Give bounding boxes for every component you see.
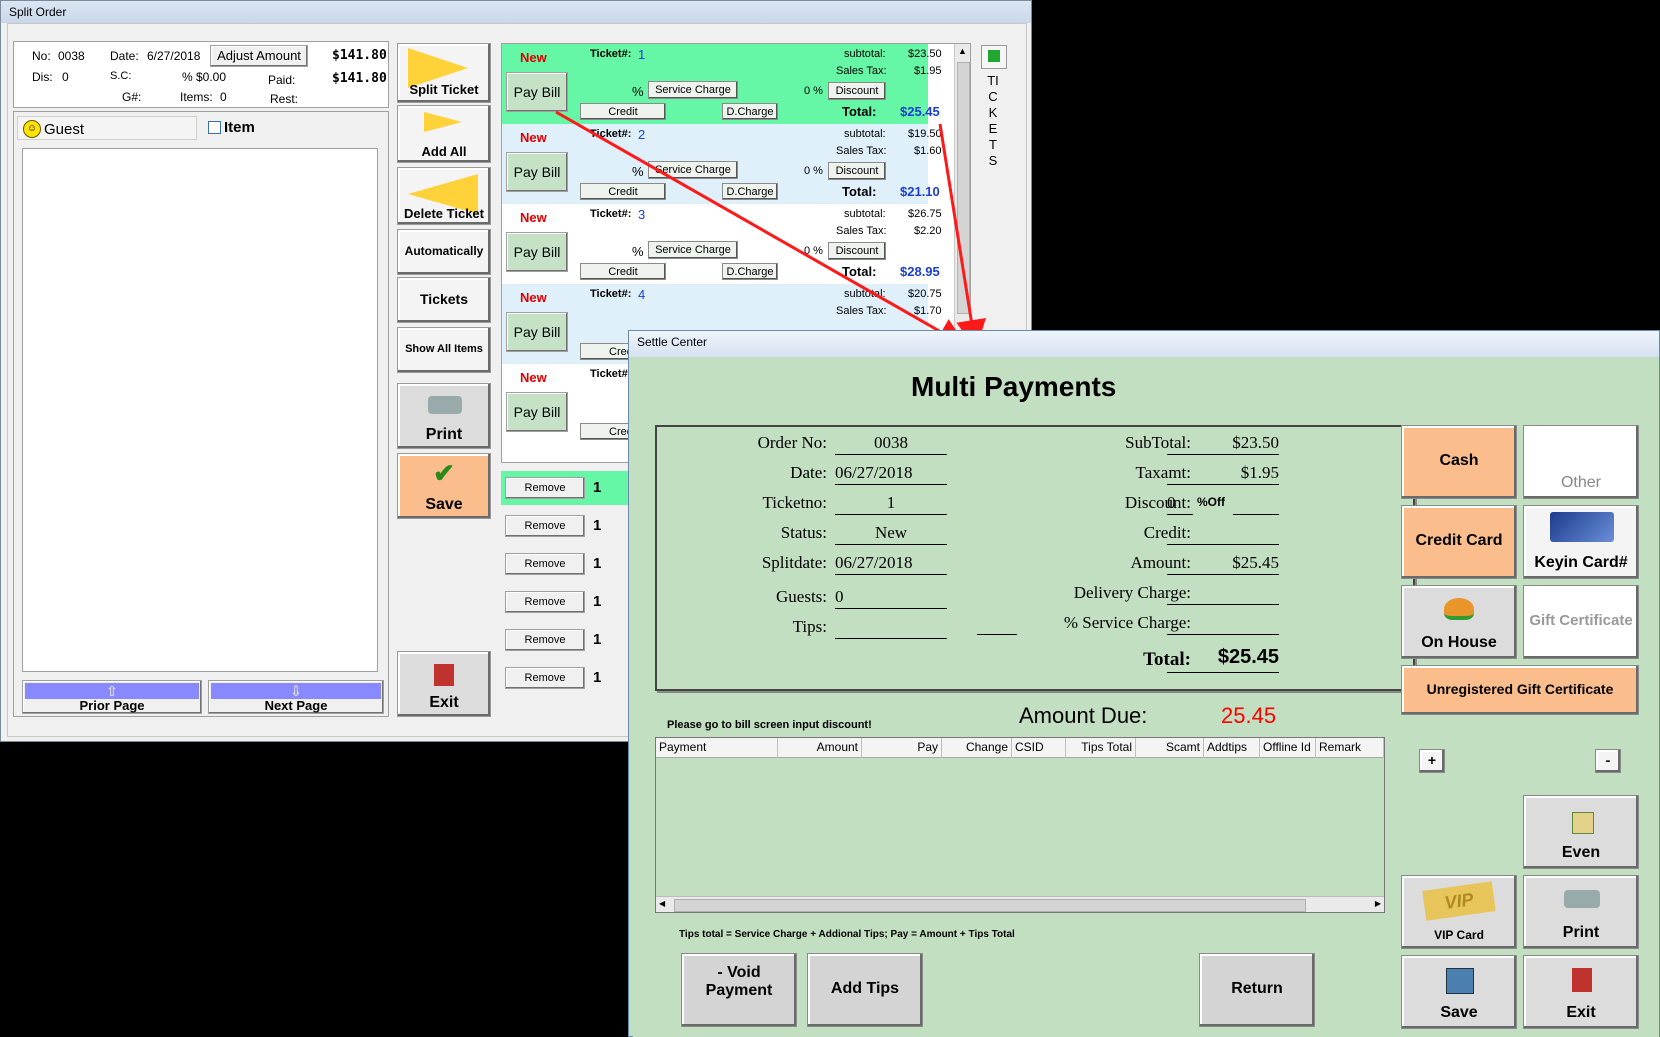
order-no-label: Order No: xyxy=(757,433,827,452)
credit-cards-icon xyxy=(1550,512,1614,542)
date-field: 06/27/2018 xyxy=(835,463,947,485)
payments-table-header: Payment Amount Pay Change CSID Tips Tota… xyxy=(656,738,1384,758)
keyin-card-button[interactable]: Keyin Card# xyxy=(1523,505,1639,579)
tips-label: Tips: xyxy=(792,617,827,636)
discount-unit: %Off xyxy=(1197,495,1225,509)
exit-label: Exit xyxy=(1566,1004,1596,1021)
status-label: Status: xyxy=(780,523,827,542)
payments-table[interactable]: Payment Amount Pay Change CSID Tips Tota… xyxy=(655,737,1385,913)
col-offline-id: Offline Id xyxy=(1260,738,1316,758)
ticketno-field: 1 xyxy=(835,493,947,515)
splitdate-label: Splitdate: xyxy=(761,553,827,572)
unregistered-gift-certificate-button[interactable]: Unregistered Gift Certificate xyxy=(1401,665,1639,715)
col-addtips: Addtips xyxy=(1204,738,1260,758)
void-payment-button[interactable]: - Void Payment xyxy=(681,953,797,1027)
discount-notice: Please go to bill screen input discount! xyxy=(667,719,872,731)
amount-due-value: 25.45 xyxy=(1221,703,1277,728)
even-label: Even xyxy=(1561,844,1601,861)
floppy-disk-icon xyxy=(1446,968,1474,994)
settle-center-window: Settle Center Multi Payments Order No: 0… xyxy=(628,330,1660,1037)
col-change: Change xyxy=(942,738,1012,758)
add-tips-button[interactable]: Add Tips xyxy=(807,953,923,1027)
even-button[interactable]: Even xyxy=(1523,795,1639,869)
vip-card-button[interactable]: VIP VIP Card xyxy=(1401,875,1517,949)
order-details-box: Order No: 0038 Date: 06/27/2018 Ticketno… xyxy=(655,425,1415,691)
status-field: New xyxy=(835,523,947,545)
amount-due-label: Amount Due: xyxy=(1019,703,1148,728)
amount-field: $25.45 xyxy=(1167,553,1279,575)
vip-card-label: VIP Card xyxy=(1434,928,1484,942)
col-scamt: Scamt xyxy=(1136,738,1204,758)
window-title: Settle Center xyxy=(637,335,708,349)
gift-certificate-button[interactable]: Gift Certificate xyxy=(1523,585,1639,659)
tips-note: Tips total = Service Charge + Addional T… xyxy=(679,929,1015,940)
settle-center-titlebar: Settle Center xyxy=(629,331,1659,357)
even-split-icon xyxy=(1572,812,1594,834)
discount-field[interactable]: 0 xyxy=(1167,493,1193,515)
save-label: Save xyxy=(1440,1004,1478,1021)
printer-icon xyxy=(1564,890,1600,908)
col-csid: CSID xyxy=(1012,738,1066,758)
scroll-left-icon: ◀ xyxy=(659,899,666,908)
ticketno-label: Ticketno: xyxy=(762,493,827,512)
scroll-thumb[interactable] xyxy=(674,899,1306,912)
plus-button[interactable]: + xyxy=(1419,749,1445,773)
minus-button[interactable]: - xyxy=(1595,749,1621,773)
col-pay: Pay xyxy=(862,738,942,758)
keyin-card-label: Keyin Card# xyxy=(1534,554,1628,571)
total-field: $25.45 xyxy=(1167,647,1279,673)
annotation-arrow xyxy=(938,123,987,350)
splitdate-field: 06/27/2018 xyxy=(835,553,947,575)
burger-icon xyxy=(1444,598,1474,620)
tips-field[interactable] xyxy=(835,617,947,639)
guests-field[interactable]: 0 xyxy=(835,587,947,609)
return-button[interactable]: Return xyxy=(1199,953,1315,1027)
col-tips-total: Tips Total xyxy=(1066,738,1136,758)
on-house-label: On House xyxy=(1421,634,1497,651)
guests-label: Guests: xyxy=(776,587,827,606)
date-label: Date: xyxy=(790,463,827,482)
col-remark: Remark xyxy=(1316,738,1384,758)
vip-card-icon: VIP xyxy=(1422,881,1496,921)
order-no-field: 0038 xyxy=(835,433,947,455)
payments-h-scrollbar[interactable]: ◀ ▶ xyxy=(656,896,1384,912)
credit-card-button[interactable]: Credit Card xyxy=(1401,505,1517,579)
subtotal-field: $23.50 xyxy=(1167,433,1279,455)
delivery-charge-field xyxy=(1167,583,1279,605)
exit-button[interactable]: Exit xyxy=(1523,955,1639,1029)
scroll-right-icon: ▶ xyxy=(1374,899,1381,908)
cash-button[interactable]: Cash xyxy=(1401,425,1517,499)
service-charge-pct-field[interactable] xyxy=(977,613,1017,635)
credit-field xyxy=(1167,523,1279,545)
taxamt-field: $1.95 xyxy=(1167,463,1279,485)
print-button[interactable]: Print xyxy=(1523,875,1639,949)
annotation-arrow xyxy=(555,110,968,347)
other-button[interactable]: Other xyxy=(1523,425,1639,499)
print-label: Print xyxy=(1562,924,1600,941)
col-amount: Amount xyxy=(778,738,862,758)
on-house-button[interactable]: On House xyxy=(1401,585,1517,659)
save-button[interactable]: Save xyxy=(1401,955,1517,1029)
exit-door-icon xyxy=(1572,968,1592,992)
col-payment: Payment xyxy=(656,738,778,758)
service-charge-field xyxy=(1167,613,1279,635)
discount-amount-field xyxy=(1233,493,1279,515)
page-title: Multi Payments xyxy=(911,371,1117,402)
